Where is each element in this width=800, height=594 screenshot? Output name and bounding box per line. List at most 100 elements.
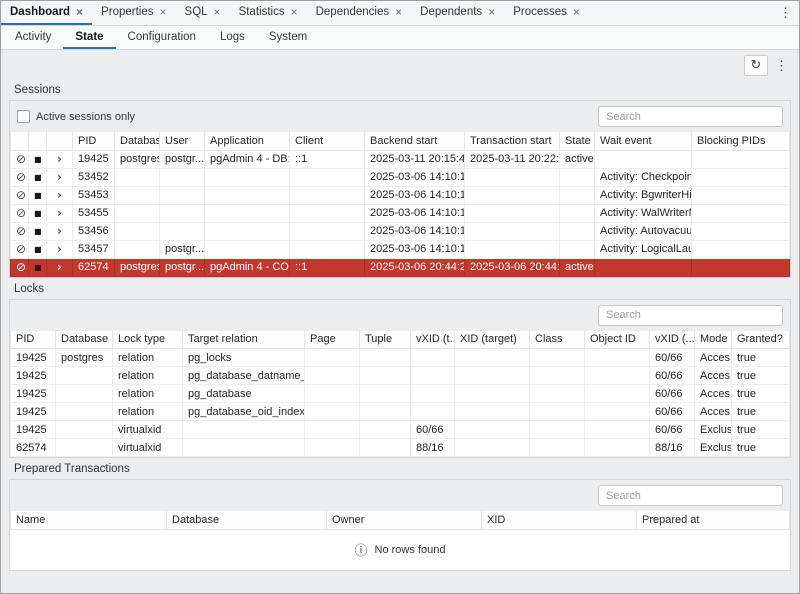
subtab-label: Activity xyxy=(15,31,51,43)
close-icon[interactable]: × xyxy=(76,6,83,18)
table-row[interactable]: ⊘■›19425postgrespostgr...pgAdmin 4 - DB:… xyxy=(11,150,790,168)
pgadmin-dashboard-window: Dashboard×Properties×SQL×Statistics×Depe… xyxy=(0,0,800,594)
close-icon[interactable]: × xyxy=(214,6,221,18)
column-header: vXID (t... xyxy=(411,331,455,349)
table-row[interactable]: 19425relationpg_database60/66Acces...tru… xyxy=(11,385,790,403)
prepared-transactions-table: NameDatabaseOwnerXIDPrepared at xyxy=(10,511,790,530)
stop-icon[interactable]: ■ xyxy=(34,264,42,272)
table-cell: 53456 xyxy=(73,222,115,240)
active-sessions-checkbox[interactable] xyxy=(17,110,30,123)
cancel-icon[interactable]: ⊘ xyxy=(16,243,26,255)
close-icon[interactable]: × xyxy=(573,6,580,18)
table-row[interactable]: ⊘■›534552025-03-06 14:10:11 ..Activity: … xyxy=(11,204,790,222)
subtab-logs[interactable]: Logs xyxy=(208,26,257,49)
tab-dependencies[interactable]: Dependencies× xyxy=(307,1,412,25)
subtab-system[interactable]: System xyxy=(257,26,319,49)
table-row[interactable]: ⊘■›534562025-03-06 14:10:11 ..Activity: … xyxy=(11,222,790,240)
chevron-right-icon[interactable]: › xyxy=(57,243,62,255)
table-cell xyxy=(530,403,585,421)
close-icon[interactable]: × xyxy=(395,6,402,18)
chevron-right-icon[interactable]: › xyxy=(57,189,62,201)
tab-processes[interactable]: Processes× xyxy=(504,1,589,25)
subtab-state[interactable]: State xyxy=(63,26,115,49)
prepared-search-input[interactable] xyxy=(598,485,783,506)
active-sessions-only-toggle[interactable]: Active sessions only xyxy=(17,110,135,123)
table-cell xyxy=(455,439,530,457)
table-cell: postgres xyxy=(56,349,113,367)
stop-icon[interactable]: ■ xyxy=(34,156,42,164)
table-row[interactable]: 19425relationpg_database_datname_ind...6… xyxy=(11,367,790,385)
table-cell: Acces... xyxy=(695,367,732,385)
tab-label: Properties xyxy=(101,6,153,18)
dashboard-tabbar: Activity State ConfigurationLogsSystem xyxy=(1,26,799,50)
dashboard-content: ↻ ⋮ Sessions Active sessions only PIDDat… xyxy=(1,50,799,593)
chevron-right-icon[interactable]: › xyxy=(57,261,62,273)
stop-icon[interactable]: ■ xyxy=(34,210,42,218)
row-action-cell: ■ xyxy=(29,240,47,258)
stop-icon[interactable]: ■ xyxy=(34,246,42,254)
locks-table: PIDDatabaseLock typeTarget relationPageT… xyxy=(10,331,790,458)
table-row[interactable]: ⊘■›62574postgrespostgr...pgAdmin 4 - CON… xyxy=(11,258,790,276)
locks-search-input[interactable] xyxy=(598,305,783,326)
column-header: Tuple xyxy=(360,331,411,349)
row-action-cell: ■ xyxy=(29,204,47,222)
row-action-cell: › xyxy=(47,186,73,204)
table-row[interactable]: 19425postgresrelationpg_locks60/66Acces.… xyxy=(11,349,790,367)
stop-icon[interactable]: ■ xyxy=(34,192,42,200)
table-cell xyxy=(411,403,455,421)
chevron-right-icon[interactable]: › xyxy=(57,171,62,183)
table-cell xyxy=(465,240,560,258)
close-icon[interactable]: × xyxy=(291,6,298,18)
table-cell xyxy=(411,367,455,385)
tab-sql[interactable]: SQL× xyxy=(176,1,230,25)
table-row[interactable]: ⊘■›534532025-03-06 14:10:11 ..Activity: … xyxy=(11,186,790,204)
cancel-icon[interactable]: ⊘ xyxy=(16,225,26,237)
table-row[interactable]: ⊘■›534522025-03-06 14:10:11 ..Activity: … xyxy=(11,168,790,186)
chevron-right-icon[interactable]: › xyxy=(57,153,62,165)
chevron-right-icon[interactable]: › xyxy=(57,225,62,237)
tab-statistics[interactable]: Statistics× xyxy=(230,1,307,25)
prepared-transactions-section: Prepared Transactions NameDatabaseOwnerX… xyxy=(9,463,791,571)
panel-menu-button[interactable]: ⋮ xyxy=(772,58,791,74)
table-cell xyxy=(305,439,360,457)
tabbar-menu-button[interactable]: ⋮ xyxy=(772,1,799,25)
cancel-icon[interactable]: ⊘ xyxy=(16,189,26,201)
column-header: Owner xyxy=(327,511,482,529)
chevron-right-icon[interactable]: › xyxy=(57,207,62,219)
stop-icon[interactable]: ■ xyxy=(34,228,42,236)
table-cell: 19425 xyxy=(11,367,56,385)
table-cell xyxy=(530,367,585,385)
sessions-section: Sessions Active sessions only PIDDatabas… xyxy=(9,84,791,278)
refresh-button[interactable]: ↻ xyxy=(744,55,768,76)
cancel-icon[interactable]: ⊘ xyxy=(16,261,26,273)
cancel-icon[interactable]: ⊘ xyxy=(16,207,26,219)
tab-properties[interactable]: Properties × xyxy=(92,1,175,25)
stop-icon[interactable]: ■ xyxy=(34,174,42,182)
tab-dependents[interactable]: Dependents× xyxy=(411,1,504,25)
table-cell: postgr... xyxy=(160,240,205,258)
locks-title: Locks xyxy=(14,283,789,295)
table-row[interactable]: 62574virtualxid88/1688/16Exclusi...true xyxy=(11,439,790,457)
table-cell: Acces... xyxy=(695,403,732,421)
close-icon[interactable]: × xyxy=(488,6,495,18)
sessions-search-input[interactable] xyxy=(598,106,783,127)
subtab-activity[interactable]: Activity xyxy=(3,26,63,49)
subtab-label: State xyxy=(75,31,103,43)
tab-dashboard[interactable]: Dashboard× xyxy=(1,1,92,25)
table-cell: pg_database_oid_index xyxy=(183,403,305,421)
table-row[interactable]: ⊘■›53457postgr...2025-03-06 14:10:11 ..A… xyxy=(11,240,790,258)
column-header: Transaction start xyxy=(465,132,560,150)
table-row[interactable]: 19425relationpg_database_oid_index60/66A… xyxy=(11,403,790,421)
table-row[interactable]: 19425virtualxid60/6660/66Exclusi...true xyxy=(11,421,790,439)
cancel-icon[interactable]: ⊘ xyxy=(16,171,26,183)
table-cell xyxy=(595,258,692,276)
table-cell xyxy=(585,421,650,439)
prepared-controls xyxy=(10,480,790,511)
table-cell: 60/66 xyxy=(650,385,695,403)
table-cell xyxy=(560,186,595,204)
subtab-configuration[interactable]: Configuration xyxy=(116,26,208,49)
close-icon[interactable]: × xyxy=(160,6,167,18)
cancel-icon[interactable]: ⊘ xyxy=(16,153,26,165)
table-cell: Activity: WalWriterM... xyxy=(595,204,692,222)
column-header: Backend start xyxy=(365,132,465,150)
